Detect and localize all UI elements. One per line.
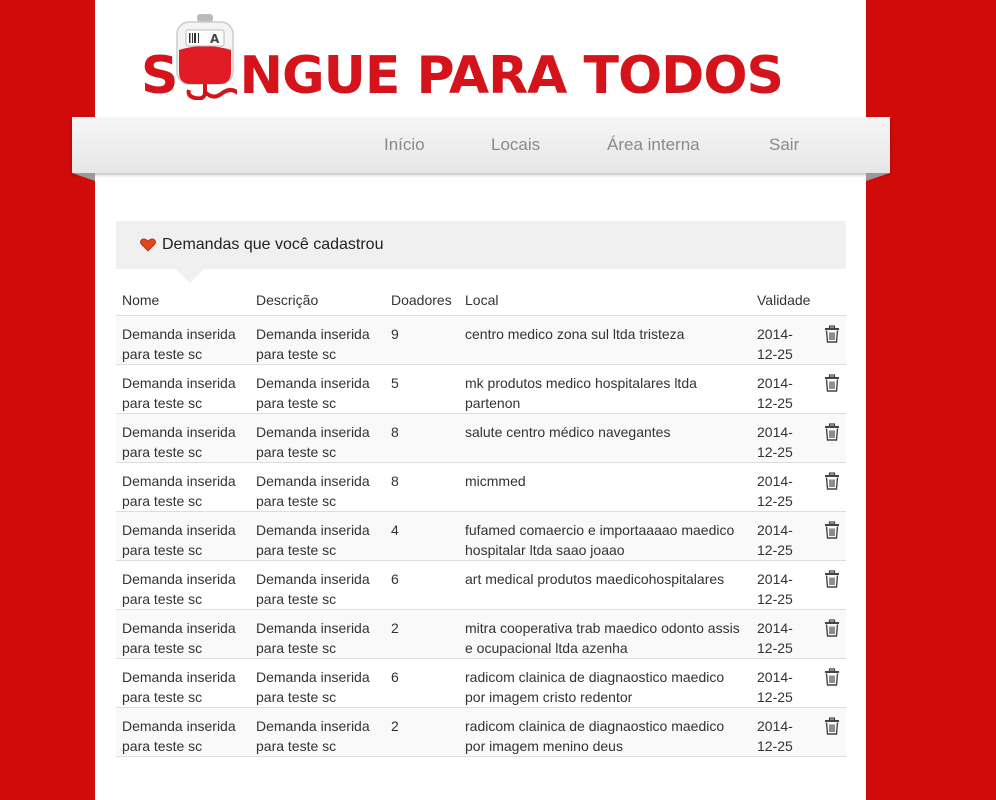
cell-doadores: 4 xyxy=(385,511,459,561)
trash-icon[interactable] xyxy=(824,570,840,588)
cell-validade: 2014-12-25 xyxy=(751,609,818,659)
trash-icon[interactable] xyxy=(824,472,840,490)
bag-blood-type: A xyxy=(210,32,220,46)
table-row: Demanda inserida para teste sc Demanda in… xyxy=(116,315,846,365)
table-row: Demanda inserida para teste sc Demanda in… xyxy=(116,413,846,463)
cell-validade: 2014-12-25 xyxy=(751,462,818,512)
cell-actions xyxy=(818,315,846,365)
cell-local: radicom clainica de diagnaostico maedico… xyxy=(459,707,751,757)
table-row: Demanda inserida para teste sc Demanda in… xyxy=(116,707,846,757)
col-header-validade: Validade xyxy=(751,285,818,316)
cell-local: salute centro médico navegantes xyxy=(459,413,751,463)
cell-validade: 2014-12-25 xyxy=(751,364,818,414)
cell-validade: 2014-12-25 xyxy=(751,511,818,561)
cell-doadores: 8 xyxy=(385,462,459,512)
cell-actions xyxy=(818,413,846,463)
cell-descricao: Demanda inserida para teste sc xyxy=(250,315,385,365)
cell-actions xyxy=(818,707,846,757)
cell-nome: Demanda inserida para teste sc xyxy=(116,658,250,708)
cell-nome: Demanda inserida para teste sc xyxy=(116,560,250,610)
cell-actions xyxy=(818,511,846,561)
cell-descricao: Demanda inserida para teste sc xyxy=(250,462,385,512)
cell-descricao: Demanda inserida para teste sc xyxy=(250,364,385,414)
nav-locais[interactable]: Locais xyxy=(491,117,540,173)
cell-doadores: 9 xyxy=(385,315,459,365)
cell-local: centro medico zona sul ltda tristeza xyxy=(459,315,751,365)
table-row: Demanda inserida para teste sc Demanda in… xyxy=(116,462,846,512)
trash-icon[interactable] xyxy=(824,717,840,735)
cell-actions xyxy=(818,364,846,414)
table-row: Demanda inserida para teste sc Demanda in… xyxy=(116,560,846,610)
cell-nome: Demanda inserida para teste sc xyxy=(116,364,250,414)
cell-descricao: Demanda inserida para teste sc xyxy=(250,511,385,561)
cell-validade: 2014-12-25 xyxy=(751,413,818,463)
cell-descricao: Demanda inserida para teste sc xyxy=(250,707,385,757)
site-logo-text[interactable]: S NGUE PARA TODOS xyxy=(141,50,784,102)
cell-descricao: Demanda inserida para teste sc xyxy=(250,658,385,708)
cell-local: mitra cooperativa trab maedico odonto as… xyxy=(459,609,751,659)
cell-nome: Demanda inserida para teste sc xyxy=(116,609,250,659)
header: S NGUE PARA TODOS A xyxy=(95,0,866,118)
col-header-doadores: Doadores xyxy=(385,285,459,316)
cell-local: radicom clainica de diagnaostico maedico… xyxy=(459,658,751,708)
cell-doadores: 5 xyxy=(385,364,459,414)
table-row: Demanda inserida para teste sc Demanda in… xyxy=(116,511,846,561)
demands-table: Nome Descrição Doadores Local Validade D… xyxy=(116,285,846,757)
cell-actions xyxy=(818,609,846,659)
cell-descricao: Demanda inserida para teste sc xyxy=(250,560,385,610)
table-row: Demanda inserida para teste sc Demanda in… xyxy=(116,364,846,414)
cell-validade: 2014-12-25 xyxy=(751,560,818,610)
panel-title: Demandas que você cadastrou xyxy=(162,236,384,253)
col-header-local: Local xyxy=(459,285,751,316)
trash-icon[interactable] xyxy=(824,325,840,343)
trash-icon[interactable] xyxy=(824,619,840,637)
cell-descricao: Demanda inserida para teste sc xyxy=(250,413,385,463)
cell-nome: Demanda inserida para teste sc xyxy=(116,462,250,512)
navbar-fold-left xyxy=(72,173,95,181)
cell-doadores: 2 xyxy=(385,707,459,757)
logo-letter-s: S xyxy=(141,46,178,106)
trash-icon[interactable] xyxy=(824,521,840,539)
cell-doadores: 6 xyxy=(385,658,459,708)
cell-validade: 2014-12-25 xyxy=(751,707,818,757)
cell-doadores: 8 xyxy=(385,413,459,463)
col-header-nome: Nome xyxy=(116,285,250,316)
trash-icon[interactable] xyxy=(824,668,840,686)
panel-header: Demandas que você cadastrou xyxy=(116,221,846,269)
cell-validade: 2014-12-25 xyxy=(751,315,818,365)
col-header-descricao: Descrição xyxy=(250,285,385,316)
cell-nome: Demanda inserida para teste sc xyxy=(116,707,250,757)
cell-actions xyxy=(818,658,846,708)
nav-area-interna[interactable]: Área interna xyxy=(607,117,700,173)
cell-validade: 2014-12-25 xyxy=(751,658,818,708)
nav-inicio[interactable]: Início xyxy=(384,117,425,173)
cell-nome: Demanda inserida para teste sc xyxy=(116,511,250,561)
heart-icon xyxy=(140,238,156,252)
blood-bag-logo-icon: A xyxy=(176,14,237,100)
cell-actions xyxy=(818,462,846,512)
cell-local: art medical produtos maedicohospitalares xyxy=(459,560,751,610)
cell-doadores: 6 xyxy=(385,560,459,610)
table-row: Demanda inserida para teste sc Demanda in… xyxy=(116,658,846,708)
trash-icon[interactable] xyxy=(824,374,840,392)
cell-local: mk produtos medico hospitalares ltda par… xyxy=(459,364,751,414)
table-row: Demanda inserida para teste sc Demanda in… xyxy=(116,609,846,659)
cell-local: fufamed comaercio e importaaaao maedico … xyxy=(459,511,751,561)
col-header-actions xyxy=(818,285,846,316)
cell-nome: Demanda inserida para teste sc xyxy=(116,315,250,365)
cell-doadores: 2 xyxy=(385,609,459,659)
logo-title-rest: NGUE PARA TODOS xyxy=(239,46,784,106)
navbar-fold-right xyxy=(866,173,890,181)
cell-actions xyxy=(818,560,846,610)
cell-nome: Demanda inserida para teste sc xyxy=(116,413,250,463)
cell-descricao: Demanda inserida para teste sc xyxy=(250,609,385,659)
cell-local: micmmed xyxy=(459,462,751,512)
trash-icon[interactable] xyxy=(824,423,840,441)
main-navbar: Início Locais Área interna Sair xyxy=(72,117,890,173)
nav-sair[interactable]: Sair xyxy=(769,117,799,173)
table-header-row: Nome Descrição Doadores Local Validade xyxy=(116,285,846,316)
panel-pointer xyxy=(176,269,204,283)
